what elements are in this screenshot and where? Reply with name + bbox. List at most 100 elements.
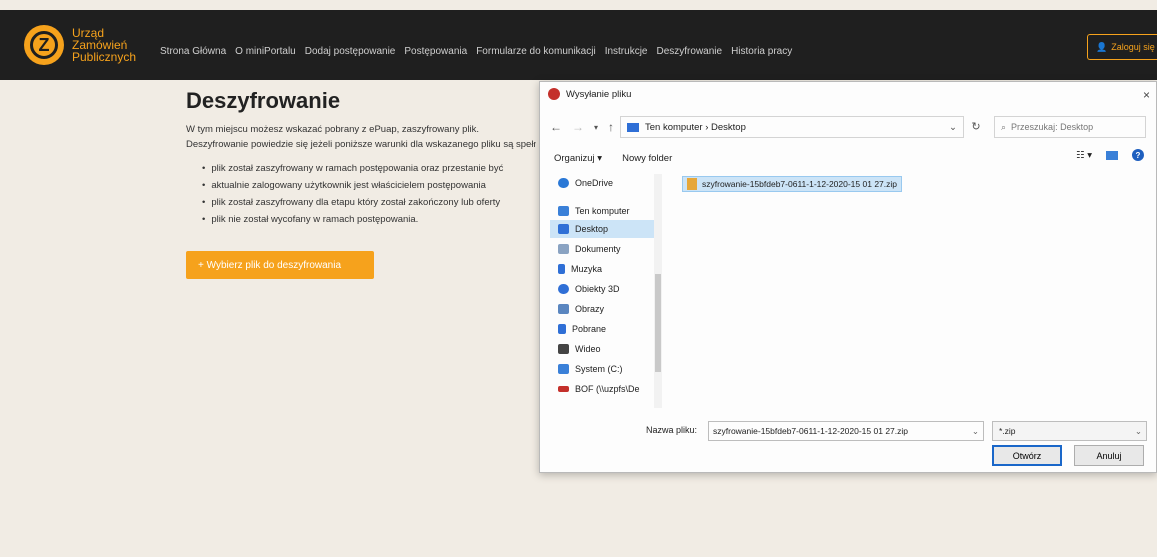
file-type-value: *.zip [999,426,1016,436]
cube-icon [558,284,569,294]
address-bar[interactable]: Ten komputer › Desktop ⌄ [620,116,964,138]
computer-icon [558,206,569,216]
nav-history[interactable]: Historia pracy [731,46,792,57]
navigation-arrows: ← → ▾ ↑ [550,120,614,136]
breadcrumb: Ten komputer › Desktop [645,121,746,133]
music-icon [558,264,565,274]
main-menu: Strona Główna O miniPortalu Dodaj postęp… [160,46,792,57]
sidebar-item-pictures[interactable]: Obrazy [558,300,604,318]
cancel-button[interactable]: Anuluj [1074,445,1144,466]
logo-text: Urząd Zamówień Publicznych [72,27,136,63]
list-item: plik został zaszyfrowany dla etapu który… [202,194,536,211]
list-item: plik nie został wycofany w ramach postęp… [202,211,536,228]
navigation-pane: OneDrive Ten komputer Desktop Dokumenty … [550,174,662,408]
user-icon: 👤 [1096,41,1108,52]
open-button[interactable]: Otwórz [992,445,1062,466]
chevron-down-icon[interactable]: ⌄ [1135,426,1142,437]
sidebar-item-desktop[interactable]: Desktop [550,220,654,238]
select-file-button[interactable]: + Wybierz plik do deszyfrowania [186,251,374,279]
chevron-down-icon[interactable]: ⌄ [949,122,957,133]
help-icon[interactable]: ? [1132,149,1144,161]
new-folder-button[interactable]: Nowy folder [622,153,672,164]
page-title: Deszyfrowanie [186,88,341,113]
nav-add-proceeding[interactable]: Dodaj postępowanie [305,46,396,57]
file-name: szyfrowanie-15bfdeb7-0611-1-12-2020-15 0… [702,179,897,189]
sidebar-item-label: Ten komputer [575,206,630,216]
file-type-select[interactable]: *.zip ⌄ [992,421,1147,441]
download-icon [558,324,566,334]
sidebar-item-label: Obiekty 3D [575,284,620,294]
sidebar-item-label: System (C:) [575,364,623,374]
sidebar-item-label: BOF (\\uzpfs\De [575,384,640,394]
top-navigation-bar: Z Urząd Zamówień Publicznych Strona Głów… [0,10,1157,80]
sidebar-item-label: Pobrane [572,324,607,334]
zip-file-icon [687,178,697,190]
dialog-toolbar: Organizuj ▾ Nowy folder ☷ ▾ ? [554,149,1144,167]
drive-icon [558,364,569,374]
video-icon [558,344,569,354]
logo-icon: Z [24,25,64,65]
view-options-icon[interactable]: ☷ ▾ [1076,150,1092,161]
description-line-2: Deszyfrowanie powiedzie się jeżeli poniż… [186,139,536,150]
pictures-icon [558,304,569,314]
description-line-1: W tym miejscu możesz wskazać pobrany z e… [186,124,480,135]
sidebar-item-label: OneDrive [575,178,614,188]
sidebar-item-label: Wideo [575,344,601,354]
nav-home[interactable]: Strona Główna [160,46,226,57]
nav-decryption[interactable]: Deszyfrowanie [656,46,722,57]
sidebar-item-label: Dokumenty [575,244,621,254]
documents-icon [558,244,569,254]
chevron-down-icon[interactable]: ⌄ [972,426,979,437]
file-item-selected[interactable]: szyfrowanie-15bfdeb7-0611-1-12-2020-15 0… [682,176,902,192]
sidebar-item-3d-objects[interactable]: Obiekty 3D [558,280,620,298]
filename-field[interactable]: szyfrowanie-15bfdeb7-0611-1-12-2020-15 0… [708,421,984,441]
preview-pane-icon[interactable] [1106,150,1118,160]
browser-app-icon [548,88,560,100]
organize-button[interactable]: Organizuj ▾ [554,153,602,164]
forward-arrow-icon[interactable]: → [572,120,584,136]
list-item: aktualnie zalogowany użytkownik jest wła… [202,177,536,194]
refresh-icon[interactable]: ↻ [964,116,988,138]
sidebar-item-system-drive[interactable]: System (C:) [558,360,623,378]
file-list: szyfrowanie-15bfdeb7-0611-1-12-2020-15 0… [670,174,1150,408]
nav-forms[interactable]: Formularze do komunikacji [476,46,596,57]
sidebar-item-downloads[interactable]: Pobrane [558,320,606,338]
logo-line-3: Publicznych [72,50,137,64]
filename-label: Nazwa pliku: [646,425,698,435]
up-arrow-icon[interactable]: ↑ [608,120,614,136]
sidebar-item-video[interactable]: Wideo [558,340,601,358]
toolbar-right: ☷ ▾ ? [1076,149,1144,161]
scrollbar-thumb[interactable] [655,274,661,372]
filename-value: szyfrowanie-15bfdeb7-0611-1-12-2020-15 0… [713,426,908,436]
search-icon: ⌕ [1001,121,1007,132]
decryption-section: Deszyfrowanie W tym miejscu możesz wskaz… [186,88,536,228]
folder-icon [627,122,639,132]
sidebar-item-onedrive[interactable]: OneDrive [558,174,613,192]
folder-icon [558,224,569,234]
sidebar-item-this-pc[interactable]: Ten komputer [558,202,630,220]
search-input[interactable]: ⌕ Przeszukaj: Desktop [994,116,1146,138]
sidebar-item-label: Desktop [575,224,609,234]
back-arrow-icon[interactable]: ← [550,120,562,136]
sidebar-item-label: Obrazy [575,304,605,314]
cloud-icon [558,178,569,188]
uzp-logo[interactable]: Z Urząd Zamówień Publicznych [24,25,136,65]
dialog-title: Wysyłanie pliku [566,88,632,100]
search-placeholder: Przeszukaj: Desktop [1011,122,1094,132]
sidebar-item-network-drive[interactable]: BOF (\\uzpfs\De [558,380,640,398]
network-drive-icon [558,386,569,392]
logo-letter: Z [30,31,58,59]
conditions-list: plik został zaszyfrowany w ramach postęp… [202,160,536,228]
recent-dropdown-icon[interactable]: ▾ [594,120,598,136]
nav-proceedings[interactable]: Postępowania [404,46,467,57]
sidebar-item-documents[interactable]: Dokumenty [558,240,621,258]
navigation-scrollbar[interactable] [654,174,662,408]
login-button[interactable]: 👤 Zaloguj się [1087,34,1157,60]
sidebar-item-music[interactable]: Muzyka [558,260,602,278]
sidebar-item-label: Muzyka [571,264,603,274]
file-upload-dialog: Wysyłanie pliku × ← → ▾ ↑ Ten komputer ›… [539,81,1157,473]
list-item: plik został zaszyfrowany w ramach postęp… [202,160,536,177]
close-icon[interactable]: × [1143,88,1150,102]
nav-instructions[interactable]: Instrukcje [605,46,648,57]
nav-about[interactable]: O miniPortalu [235,46,296,57]
